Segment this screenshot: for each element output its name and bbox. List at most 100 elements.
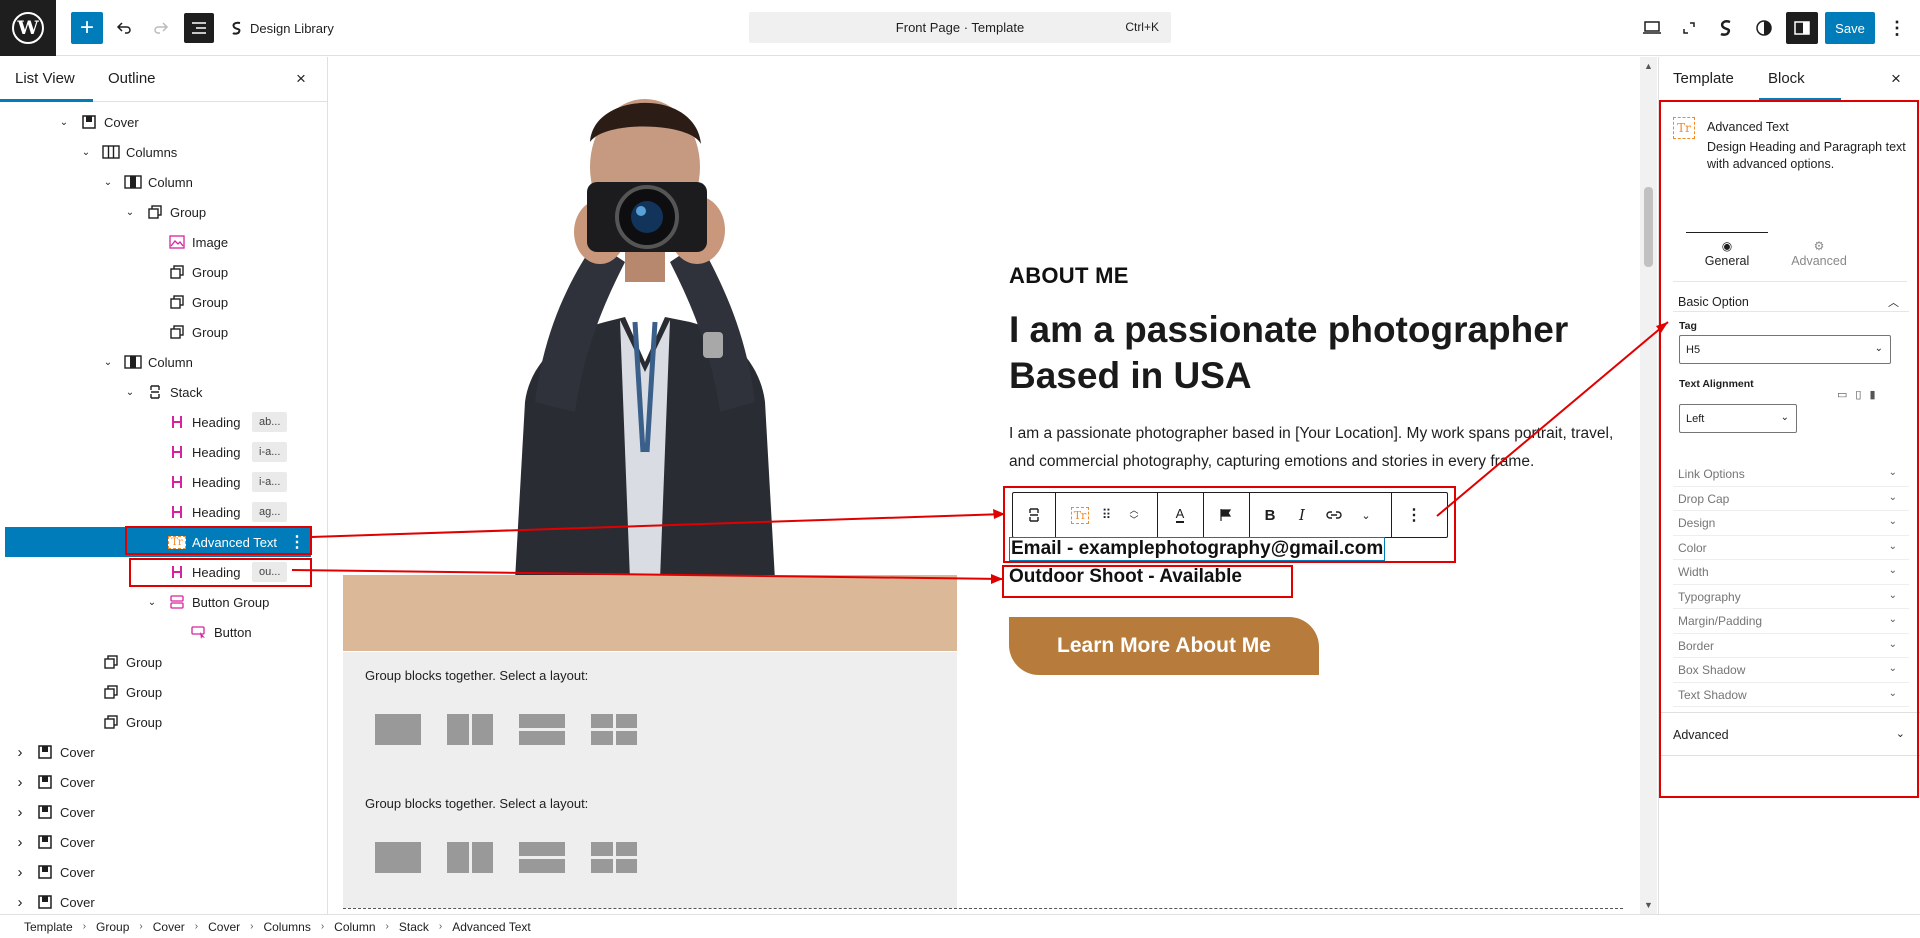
settings-accordion[interactable]: Margin/Padding ⌄ xyxy=(1673,609,1909,634)
layout-row-option[interactable] xyxy=(447,714,493,745)
wordpress-logo[interactable]: W xyxy=(0,0,56,56)
main-headline[interactable]: I am a passionate photographer Based in … xyxy=(1009,307,1609,399)
scroll-down-icon[interactable]: ▼ xyxy=(1644,900,1653,910)
basic-option-toggle[interactable]: Basic Option ︿ xyxy=(1673,292,1909,312)
move-up-down-buttons[interactable]: ︿ ﹀ xyxy=(1119,493,1149,537)
list-view-item[interactable]: › Cover xyxy=(0,887,327,914)
group-placeholder[interactable]: Group blocks together. Select a layout: xyxy=(343,652,957,780)
settings-accordion[interactable]: Text Shadow ⌄ xyxy=(1673,683,1909,707)
text-color-button[interactable]: A xyxy=(1157,493,1203,537)
highlight-button[interactable] xyxy=(1203,493,1249,537)
list-view-item[interactable]: Group xyxy=(0,317,327,347)
chevron-down-icon[interactable]: ⌄ xyxy=(124,386,136,398)
more-formatting-button[interactable]: ⌄ xyxy=(1351,493,1381,537)
list-view-item[interactable]: › Cover xyxy=(0,737,327,767)
breadcrumb-item[interactable]: Advanced Text xyxy=(452,920,531,934)
list-view-item[interactable]: Group xyxy=(0,707,327,737)
save-button[interactable]: Save xyxy=(1825,12,1875,44)
list-view-item[interactable]: ⌄ Column xyxy=(0,167,327,197)
design-library-button[interactable]: Design Library xyxy=(230,18,334,38)
layout-grid-option[interactable] xyxy=(591,714,637,745)
settings-accordion[interactable]: Box Shadow ⌄ xyxy=(1673,658,1909,683)
tab-list-view[interactable]: List View xyxy=(15,70,75,87)
settings-accordion[interactable]: Width ⌄ xyxy=(1673,560,1909,585)
list-view-item[interactable]: Tr Advanced Text ⋮ xyxy=(5,527,311,557)
layout-stack-option[interactable] xyxy=(519,714,565,745)
editor-canvas[interactable]: Group blocks together. Select a layout: … xyxy=(329,57,1640,914)
list-view-item[interactable]: › Cover xyxy=(0,857,327,887)
list-view-item[interactable]: Heading ag... xyxy=(0,497,327,527)
list-view-item[interactable]: ⌄ Group xyxy=(0,197,327,227)
list-view-item[interactable]: Heading i-a... xyxy=(0,437,327,467)
breadcrumb-item[interactable]: Stack xyxy=(399,920,429,934)
desktop-icon[interactable]: ▭ xyxy=(1837,388,1847,401)
breadcrumb-item[interactable]: Cover xyxy=(153,920,185,934)
more-vertical-icon[interactable]: ⋮ xyxy=(289,532,305,552)
group-placeholder[interactable]: Group blocks together. Select a layout: xyxy=(343,780,957,908)
layout-group-option[interactable] xyxy=(375,842,421,873)
list-view-item[interactable]: › Cover xyxy=(0,827,327,857)
chevron-down-icon[interactable]: ⌄ xyxy=(124,206,136,218)
close-list-view-button[interactable]: × xyxy=(296,69,306,89)
settings-accordion[interactable]: Drop Cap ⌄ xyxy=(1673,487,1909,511)
tab-template[interactable]: Template xyxy=(1673,70,1734,87)
drag-handle[interactable]: ⠿ xyxy=(1095,493,1117,537)
photographer-image[interactable] xyxy=(475,72,815,580)
scroll-up-icon[interactable]: ▲ xyxy=(1644,61,1653,71)
chevron-right-icon[interactable]: › xyxy=(14,744,26,761)
chevron-down-icon[interactable]: ⌄ xyxy=(146,596,158,608)
list-view-item[interactable]: Group xyxy=(0,677,327,707)
block-options-button[interactable]: ⋮ xyxy=(1391,493,1437,537)
list-view-item[interactable]: Group xyxy=(0,647,327,677)
settings-accordion[interactable]: Typography ⌄ xyxy=(1673,585,1909,609)
settings-accordion[interactable]: Color ⌄ xyxy=(1673,536,1909,560)
layout-grid-option[interactable] xyxy=(591,842,637,873)
chevron-right-icon[interactable]: › xyxy=(14,804,26,821)
parent-stack-button[interactable] xyxy=(1013,493,1055,537)
outdoor-shoot-heading[interactable]: Outdoor Shoot - Available xyxy=(1009,566,1242,588)
breadcrumb-item[interactable]: Column xyxy=(334,920,375,934)
settings-sidebar-toggle[interactable] xyxy=(1786,12,1818,44)
spectra-settings-button[interactable] xyxy=(1710,12,1742,44)
styles-button[interactable] xyxy=(1748,12,1780,44)
list-view-item[interactable]: ⌄ Columns xyxy=(0,137,327,167)
breadcrumb-item[interactable]: Columns xyxy=(263,920,310,934)
list-view-item[interactable]: › Cover xyxy=(0,767,327,797)
intro-paragraph[interactable]: I am a passionate photographer based in … xyxy=(1009,420,1619,476)
options-menu-button[interactable]: ⋮ xyxy=(1883,12,1911,44)
chevron-down-icon[interactable]: ⌄ xyxy=(102,356,114,368)
layout-row-option[interactable] xyxy=(447,842,493,873)
mobile-icon[interactable]: ▮ xyxy=(1869,388,1875,401)
settings-accordion[interactable]: Design ⌄ xyxy=(1673,511,1909,536)
tab-outline[interactable]: Outline xyxy=(108,70,156,87)
canvas-scrollbar[interactable]: ▲ ▼ xyxy=(1640,57,1657,914)
link-button[interactable] xyxy=(1317,493,1351,537)
list-view-item[interactable]: Group xyxy=(0,287,327,317)
tag-select[interactable]: H5 ⌄ xyxy=(1679,335,1891,364)
layout-group-option[interactable] xyxy=(375,714,421,745)
list-view-item[interactable]: Heading ab... xyxy=(0,407,327,437)
chevron-down-icon[interactable]: ⌄ xyxy=(102,176,114,188)
list-view-item[interactable]: Group xyxy=(0,257,327,287)
tab-advanced[interactable]: ⚙ Advanced xyxy=(1778,232,1860,274)
tab-block[interactable]: Block xyxy=(1768,70,1805,87)
block-type-button[interactable]: Tr xyxy=(1065,493,1095,537)
chevron-right-icon[interactable]: › xyxy=(14,864,26,881)
command-palette-bar[interactable]: Front Page · Template Ctrl+K xyxy=(749,12,1171,43)
undo-button[interactable] xyxy=(108,12,140,44)
scrollbar-thumb[interactable] xyxy=(1644,187,1653,267)
breadcrumb-item[interactable]: Group xyxy=(96,920,129,934)
advanced-section-toggle[interactable]: Advanced ⌄ xyxy=(1659,712,1920,756)
list-view-item[interactable]: Heading ou... xyxy=(0,557,327,587)
list-view-item[interactable]: ⌄ Stack xyxy=(0,377,327,407)
chevron-down-icon[interactable]: ⌄ xyxy=(58,116,70,128)
list-view-item[interactable]: Heading i-a... xyxy=(0,467,327,497)
redo-button[interactable] xyxy=(145,12,177,44)
email-advanced-text[interactable]: Email - examplephotography@gmail.com xyxy=(1009,537,1386,561)
view-page-button[interactable] xyxy=(1673,12,1705,44)
list-view-item[interactable]: ⌄ Cover xyxy=(0,107,327,137)
chevron-down-icon[interactable]: ⌄ xyxy=(80,146,92,158)
document-overview-button[interactable] xyxy=(184,13,214,43)
italic-button[interactable]: I xyxy=(1287,493,1317,537)
list-view-item[interactable]: ⌄ Column xyxy=(0,347,327,377)
